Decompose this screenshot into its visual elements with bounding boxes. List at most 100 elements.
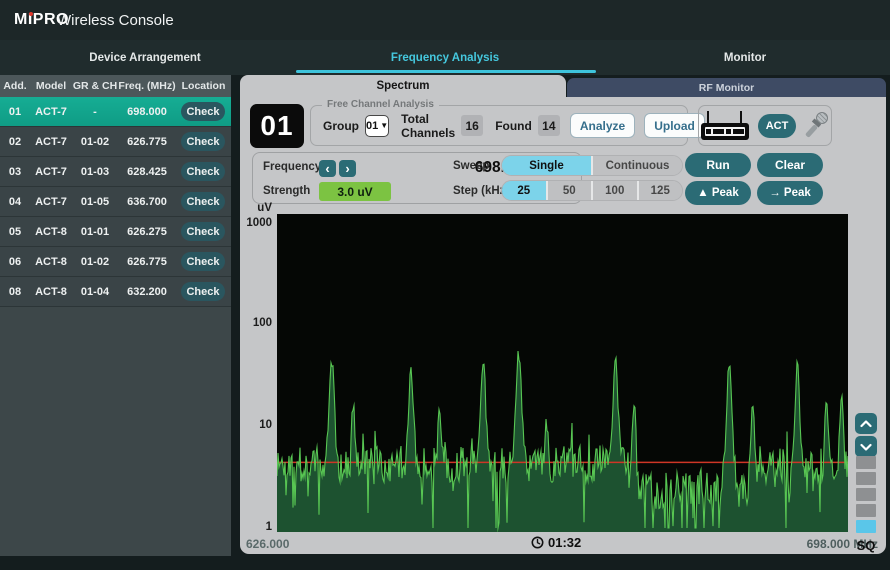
y-tick-100: 100 [240, 317, 272, 329]
step-125-option[interactable]: 125 [639, 181, 683, 200]
step-50-option[interactable]: 50 [548, 181, 594, 200]
upload-button[interactable]: Upload [644, 113, 705, 138]
squelch-level-1[interactable] [856, 520, 876, 533]
squelch-level-5[interactable] [856, 456, 876, 469]
table-row[interactable]: 01 ACT-7 - 698.000 Check [0, 97, 231, 127]
microphone-icon [805, 112, 829, 139]
x-axis-min: 626.000 [246, 537, 289, 551]
sweep-continuous-option[interactable]: Continuous [593, 156, 682, 175]
act-sync-button[interactable]: ACT [758, 114, 796, 138]
frequency-label: Frequency [263, 161, 321, 173]
check-button[interactable]: Check [181, 102, 225, 121]
cell-freq: 626.275 [118, 226, 176, 238]
peak-next-button[interactable]: → Peak [757, 181, 823, 205]
clear-button[interactable]: Clear [757, 153, 823, 177]
cell-add: 01 [0, 106, 30, 118]
col-freq: Freq. (MHz) [118, 80, 176, 92]
squelch-up-button[interactable] [855, 413, 877, 434]
tab-device-arrangement[interactable]: Device Arrangement [0, 40, 290, 75]
cell-grch: - [72, 106, 118, 118]
table-row[interactable]: 02 ACT-7 01-02 626.775 Check [0, 127, 231, 157]
sweep-single-option[interactable]: Single [502, 156, 593, 175]
cell-add: 06 [0, 256, 30, 268]
cell-grch: 01-04 [72, 286, 118, 298]
squelch-level-3[interactable] [856, 488, 876, 501]
table-row[interactable]: 05 ACT-8 01-01 626.275 Check [0, 217, 231, 247]
device-sync-box: ACT [698, 105, 832, 146]
squelch-down-button[interactable] [855, 436, 877, 457]
check-button[interactable]: Check [181, 162, 225, 181]
sweep-time: 01:32 [531, 535, 581, 550]
cell-grch: 01-05 [72, 196, 118, 208]
cell-model: ACT-7 [30, 166, 72, 178]
cell-freq: 636.700 [118, 196, 176, 208]
sweep-time-value: 01:32 [548, 535, 581, 550]
step-100-option[interactable]: 100 [593, 181, 639, 200]
chevron-up-icon [860, 420, 872, 428]
col-add: Add. [0, 80, 30, 92]
cell-freq: 626.775 [118, 136, 176, 148]
group-dropdown[interactable]: 01 ▼ [365, 115, 389, 137]
cell-model: ACT-8 [30, 256, 72, 268]
found-label: Found [495, 119, 532, 133]
cell-add: 08 [0, 286, 30, 298]
check-button[interactable]: Check [181, 192, 225, 211]
receiver-icon [701, 111, 749, 140]
cell-model: ACT-7 [30, 196, 72, 208]
cell-add: 02 [0, 136, 30, 148]
sweep-label: Sweep [453, 160, 489, 172]
dropdown-arrow-icon: ▼ [380, 121, 388, 130]
check-button[interactable]: Check [181, 282, 225, 301]
table-row[interactable]: 08 ACT-8 01-04 632.200 Check [0, 277, 231, 307]
peak-hold-button[interactable]: ▲ Peak [685, 181, 751, 205]
frequency-prev-button[interactable]: ‹ [319, 160, 336, 177]
spectrum-chart [277, 214, 848, 532]
y-tick-1000: 1000 [240, 217, 272, 229]
app-title: Wireless Console [57, 12, 174, 29]
free-channel-analysis-legend: Free Channel Analysis [322, 99, 439, 110]
squelch-level-4[interactable] [856, 472, 876, 485]
analyze-button[interactable]: Analyze [570, 113, 635, 138]
cell-grch: 01-03 [72, 166, 118, 178]
cell-freq: 628.425 [118, 166, 176, 178]
cell-freq: 626.775 [118, 256, 176, 268]
tab-monitor[interactable]: Monitor [600, 40, 890, 75]
cell-add: 03 [0, 166, 30, 178]
app-header: MIPRO Wireless Console [0, 0, 890, 40]
cell-add: 04 [0, 196, 30, 208]
run-button[interactable]: Run [685, 153, 751, 177]
col-grch: GR & CH [72, 80, 118, 92]
cell-model: ACT-8 [30, 226, 72, 238]
frequency-next-button[interactable]: › [339, 160, 356, 177]
group-value: 01 [366, 120, 378, 132]
found-value: 14 [538, 115, 560, 136]
device-table: 01 ACT-7 - 698.000 Check 02 ACT-7 01-02 … [0, 97, 231, 307]
step-segmented: 25 50 100 125 [501, 180, 683, 201]
tab-spectrum[interactable]: Spectrum [240, 75, 566, 97]
check-button[interactable]: Check [181, 222, 225, 241]
cell-grch: 01-01 [72, 226, 118, 238]
cell-grch: 01-02 [72, 256, 118, 268]
antenna-icon [740, 111, 742, 123]
chevron-down-icon [860, 443, 872, 451]
sidebar-background [0, 307, 231, 556]
total-channels-value: 16 [461, 115, 483, 136]
strength-value: 3.0 uV [319, 182, 391, 201]
col-location: Location [176, 80, 231, 92]
cell-add: 05 [0, 226, 30, 238]
brand-red-dot [29, 12, 33, 16]
clock-icon [531, 536, 544, 549]
table-row[interactable]: 06 ACT-8 01-02 626.775 Check [0, 247, 231, 277]
cell-grch: 01-02 [72, 136, 118, 148]
check-button[interactable]: Check [181, 132, 225, 151]
cell-freq: 698.000 [118, 106, 176, 118]
step-25-option[interactable]: 25 [502, 181, 548, 200]
table-row[interactable]: 04 ACT-7 01-05 636.700 Check [0, 187, 231, 217]
y-tick-1: 1 [240, 521, 272, 533]
check-button[interactable]: Check [181, 252, 225, 271]
tab-rf-monitor[interactable]: RF Monitor [567, 78, 886, 97]
table-row[interactable]: 03 ACT-7 01-03 628.425 Check [0, 157, 231, 187]
squelch-level-2[interactable] [856, 504, 876, 517]
sweep-mode-segmented: Single Continuous [501, 155, 683, 176]
free-channel-analysis-group: Group 01 ▼ Total Channels 16 Found 14 An… [310, 105, 688, 146]
